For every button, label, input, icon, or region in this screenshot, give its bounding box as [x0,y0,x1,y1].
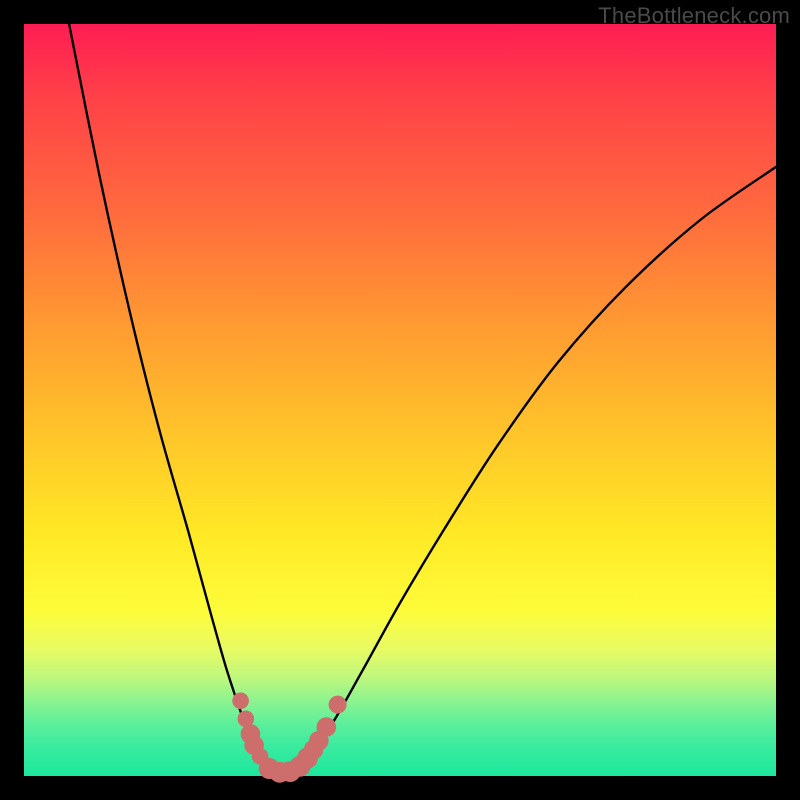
data-marker [329,696,347,714]
curve-layer [24,24,776,776]
data-marker [317,717,337,737]
data-marker [232,693,249,710]
curve-left-branch [69,24,280,774]
plot-frame [24,24,776,776]
curve-right-branch [280,167,776,774]
marker-cluster [232,693,346,783]
